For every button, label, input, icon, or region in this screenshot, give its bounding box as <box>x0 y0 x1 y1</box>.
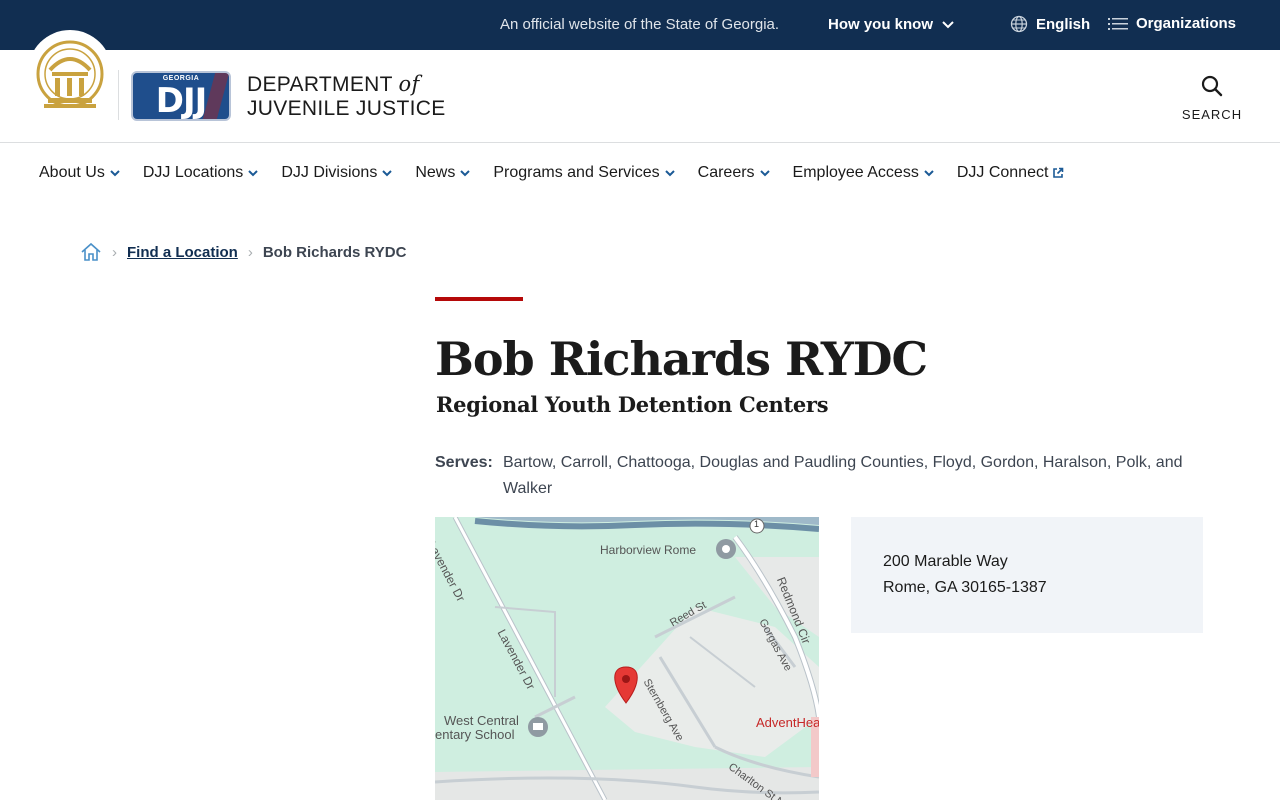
address-card: 200 Marable Way Rome, GA 30165-1387 <box>851 517 1203 633</box>
dept-of: of <box>398 72 420 96</box>
how-you-know-label: How you know <box>828 16 933 33</box>
home-icon[interactable] <box>80 241 102 263</box>
official-banner: An official website of the State of Geor… <box>0 0 1280 50</box>
page-subtitle: Regional Youth Detention Centers <box>436 392 829 417</box>
djj-logo[interactable]: GEORGIA DJJ <box>131 71 231 121</box>
search-icon <box>1201 75 1223 97</box>
nav-item-programs-services[interactable]: Programs and Services <box>493 164 675 182</box>
nav-item-label: DJJ Divisions <box>281 164 378 181</box>
nav-item-label: About Us <box>39 164 105 181</box>
chevron-down-icon <box>942 20 954 28</box>
chevron-down-icon <box>110 170 120 177</box>
nav-item-news[interactable]: News <box>415 164 471 182</box>
main-navigation: About Us DJJ Locations DJJ Divisions New… <box>0 143 1280 205</box>
nav-item-djj-divisions[interactable]: DJJ Divisions <box>281 164 393 182</box>
chevron-down-icon <box>460 170 471 177</box>
chevron-down-icon <box>248 170 259 177</box>
serves-value: Bartow, Carroll, Chattooga, Douglas and … <box>503 454 1183 497</box>
dept-line2: JUVENILE JUSTICE <box>247 97 446 120</box>
search-button[interactable]: SEARCH <box>1176 74 1248 122</box>
external-link-icon <box>1053 167 1064 178</box>
title-accent-bar <box>435 297 523 301</box>
nav-item-djj-connect[interactable]: DJJ Connect <box>957 164 1065 182</box>
official-site-text: An official website of the State of Geor… <box>500 16 780 33</box>
location-map[interactable]: 1 Harborview Rome Lavender Dr Lavender D… <box>435 517 819 800</box>
nav-item-about-us[interactable]: About Us <box>39 164 121 182</box>
nav-item-label: Programs and Services <box>493 164 660 181</box>
map-roads <box>435 517 819 800</box>
georgia-seal-icon[interactable] <box>36 40 104 116</box>
nav-item-label: DJJ Connect <box>956 164 1049 181</box>
nav-item-employee-access[interactable]: Employee Access <box>793 164 935 182</box>
map-label-advent: AdventHea <box>756 715 819 730</box>
department-name[interactable]: DEPARTMENT of JUVENILE JUSTICE <box>247 72 446 121</box>
breadcrumb: › Find a Location › Bob Richards RYDC <box>80 241 406 263</box>
language-selector[interactable]: English <box>1010 15 1090 33</box>
map-label-westcentral-2: entary School <box>435 727 515 742</box>
breadcrumb-separator-icon: › <box>112 243 117 261</box>
search-label: SEARCH <box>1181 107 1243 122</box>
address-line1: 200 Marable Way <box>883 553 1008 570</box>
address-line2: Rome, GA 30165-1387 <box>883 579 1047 596</box>
globe-icon <box>1010 15 1028 33</box>
logo-djj-text: DJJ <box>155 81 208 121</box>
how-you-know-button[interactable]: How you know <box>828 16 955 33</box>
language-label: English <box>1036 15 1091 33</box>
header-divider <box>118 70 119 120</box>
nav-item-label: DJJ Locations <box>142 164 244 181</box>
nav-item-djj-locations[interactable]: DJJ Locations <box>143 164 260 182</box>
map-label-route: 1 <box>754 519 760 529</box>
nav-item-label: Employee Access <box>792 164 919 181</box>
serves-label: Serves: <box>435 454 493 471</box>
nav-item-careers[interactable]: Careers <box>698 164 771 182</box>
breadcrumb-separator-icon: › <box>247 243 253 261</box>
nav-item-label: Careers <box>697 164 755 181</box>
breadcrumb-link-find-location[interactable]: Find a Location <box>127 244 238 261</box>
chevron-down-icon <box>924 170 934 177</box>
map-label-harborview: Harborview Rome <box>600 543 697 557</box>
chevron-down-icon <box>759 170 770 177</box>
breadcrumb-current: Bob Richards RYDC <box>262 243 407 261</box>
list-icon <box>1108 17 1128 30</box>
serves-row: Serves: Bartow, Carroll, Chattooga, Doug… <box>435 450 1215 502</box>
chevron-down-icon <box>382 170 393 177</box>
site-header: GEORGIA DJJ DEPARTMENT of JUVENILE JUSTI… <box>0 30 1280 143</box>
chevron-down-icon <box>664 170 675 177</box>
organizations-button[interactable]: Organizations <box>1108 15 1236 32</box>
organizations-label: Organizations <box>1136 15 1237 32</box>
map-label-westcentral-1: West Central <box>444 713 519 728</box>
dept-line1: DEPARTMENT <box>247 73 393 96</box>
page-title: Bob Richards RYDC <box>435 332 928 386</box>
nav-item-label: News <box>415 164 456 181</box>
